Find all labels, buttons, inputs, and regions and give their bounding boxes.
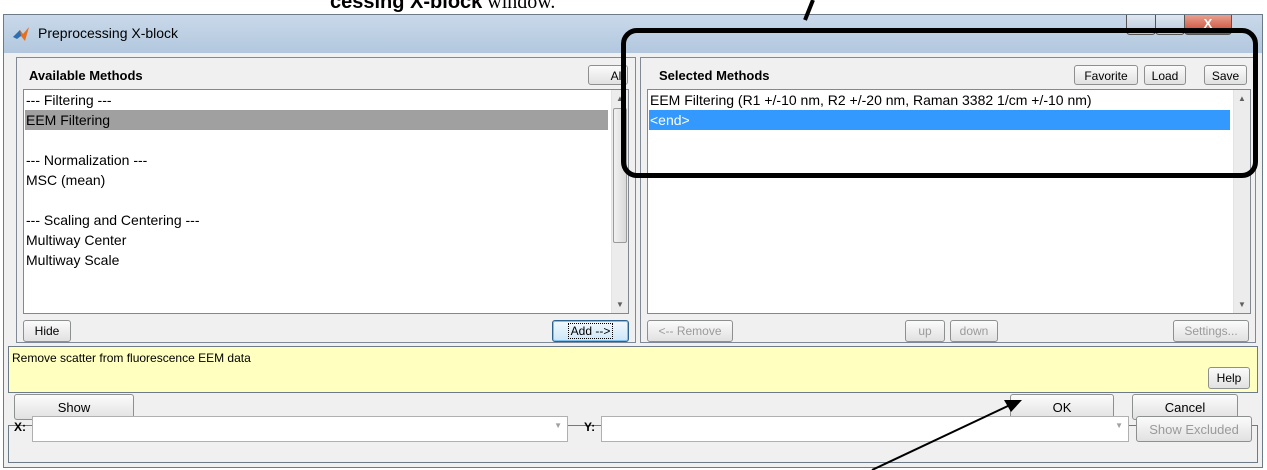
dropdown-arrow-icon: ▼ — [1115, 421, 1123, 430]
available-methods-list[interactable]: --- Filtering --- EEM Filtering --- Norm… — [23, 89, 629, 314]
dropdown-arrow-icon: ▼ — [554, 421, 562, 430]
x-label: X: — [14, 420, 26, 434]
list-item-selected[interactable]: EEM Filtering — [25, 110, 608, 130]
window-title: Preprocessing X-block — [38, 25, 179, 41]
list-item[interactable]: Multiway Center — [25, 230, 608, 250]
hide-button[interactable]: Hide — [23, 320, 71, 342]
y-label: Y: — [584, 420, 596, 434]
add-button-label: Add --> — [567, 323, 614, 339]
show-excluded-button[interactable]: Show Excluded — [1136, 416, 1252, 442]
list-item[interactable]: --- Normalization --- — [25, 150, 608, 170]
settings-button[interactable]: Settings... — [1173, 320, 1249, 342]
add-button[interactable]: Add --> — [552, 320, 629, 342]
list-item[interactable] — [25, 190, 608, 210]
scroll-down-arrow-icon[interactable]: ▼ — [612, 296, 628, 313]
help-button[interactable]: Help — [1208, 367, 1250, 389]
scroll-down-arrow-icon[interactable]: ▼ — [1234, 296, 1250, 313]
list-item[interactable] — [25, 130, 608, 150]
method-description: Remove scatter from fluorescence EEM dat… — [12, 351, 251, 365]
list-item[interactable]: --- Scaling and Centering --- — [25, 210, 608, 230]
caption-text: window. — [482, 0, 556, 13]
available-methods-panel: Available Methods All --- Filtering --- … — [16, 57, 636, 343]
caption-bold: cessing X-block — [330, 0, 483, 13]
list-item[interactable]: MSC (mean) — [25, 170, 608, 190]
figure-caption: cessing X-block window. — [330, 0, 555, 14]
up-button[interactable]: up — [905, 320, 945, 342]
list-item[interactable]: Multiway Scale — [25, 250, 608, 270]
remove-button[interactable]: <-- Remove — [647, 320, 733, 342]
x-select[interactable]: ▼ — [32, 416, 568, 442]
selected-methods-callout — [621, 28, 1258, 178]
y-select[interactable]: ▼ — [601, 416, 1129, 442]
description-panel: Remove scatter from fluorescence EEM dat… — [8, 346, 1258, 393]
down-button[interactable]: down — [950, 320, 998, 342]
matlab-icon — [13, 27, 29, 41]
list-item[interactable]: --- Filtering --- — [25, 90, 608, 110]
available-methods-header: Available Methods — [29, 68, 143, 83]
